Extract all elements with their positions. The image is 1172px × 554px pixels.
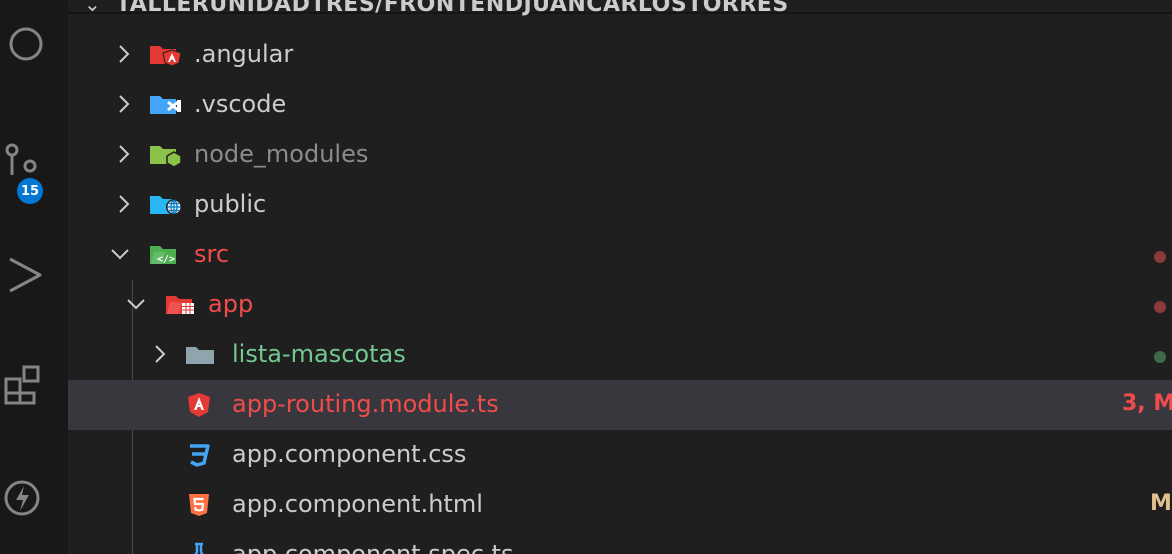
tree-item-angular[interactable]: .angular <box>68 30 1172 80</box>
tree-item-label: app.component.css <box>232 440 467 468</box>
run-debug-icon[interactable] <box>4 255 44 295</box>
extensions-icon[interactable] <box>4 365 44 405</box>
problems-status: 3, M <box>1122 391 1172 416</box>
chevron-down-icon <box>127 299 145 310</box>
search-icon[interactable] <box>4 25 44 65</box>
angular-file-icon <box>188 393 210 417</box>
tree-item-label: public <box>194 190 267 218</box>
tree-item-label: node_modules <box>194 140 369 168</box>
tree-item-app-routing-module[interactable]: app-routing.module.ts 3, M <box>68 380 1172 430</box>
chevron-right-icon <box>119 95 130 113</box>
folder-icon <box>186 347 214 364</box>
tree-item-vscode[interactable]: .vscode <box>68 80 1172 130</box>
activity-bar: 15 <box>0 0 68 554</box>
source-control-icon[interactable] <box>4 140 44 180</box>
tree-item-public[interactable]: public <box>68 180 1172 230</box>
chevron-right-icon <box>155 345 166 363</box>
tree-item-lista-mascotas[interactable]: lista-mascotas <box>68 330 1172 380</box>
status-dot <box>1154 351 1166 363</box>
tree-item-label: .angular <box>194 40 294 68</box>
chevron-right-icon <box>119 195 130 213</box>
chevron-right-icon <box>119 145 130 163</box>
src-folder-icon: </> <box>150 246 176 265</box>
html-file-icon <box>189 494 209 516</box>
test-file-icon <box>194 542 204 554</box>
explorer-root-header[interactable]: ⌄ TALLERUNIDADTRES/FRONTENDJUANCARLOSTOR… <box>68 0 1172 17</box>
tree-item-label: lista-mascotas <box>232 340 406 368</box>
node-folder-icon <box>150 146 182 166</box>
tree-item-label: app.component.spec.ts <box>232 540 514 554</box>
tree-item-label: app.component.html <box>232 490 483 518</box>
tree-item-label: src <box>194 240 230 268</box>
modified-status: M <box>1150 491 1172 516</box>
explorer-panel: ⌄ TALLERUNIDADTRES/FRONTENDJUANCARLOSTOR… <box>68 0 1172 554</box>
error-dot <box>1154 301 1166 313</box>
tree-item-node-modules[interactable]: node_modules <box>68 130 1172 180</box>
root-folder-title: TALLERUNIDADTRES/FRONTENDJUANCARLOSTORRE… <box>116 0 789 17</box>
tree-item-label: .vscode <box>194 90 287 118</box>
tree-item-src[interactable]: </> src <box>68 230 1172 280</box>
angular-folder-icon <box>150 46 182 66</box>
svg-text:</>: </> <box>157 254 175 265</box>
public-folder-icon <box>150 196 182 215</box>
tree-item-app-component-html[interactable]: app.component.html M <box>68 480 1172 530</box>
chevron-right-icon <box>119 45 130 63</box>
lightning-icon[interactable] <box>4 478 44 518</box>
chevron-down-icon <box>111 249 129 260</box>
app-folder-icon <box>166 296 194 314</box>
source-control-badge: 15 <box>17 178 43 204</box>
css-file-icon <box>190 444 210 467</box>
tree-item-app[interactable]: app <box>68 280 1172 330</box>
vscode-folder-icon <box>150 96 181 114</box>
tree-item-app-component-spec[interactable]: app.component.spec.ts <box>68 530 1172 554</box>
tree-item-label: app <box>208 290 254 318</box>
tree-item-label: app-routing.module.ts <box>232 390 499 418</box>
tree-item-app-component-css[interactable]: app.component.css <box>68 430 1172 480</box>
chevron-down-icon: ⌄ <box>84 0 101 16</box>
error-dot <box>1154 251 1166 263</box>
